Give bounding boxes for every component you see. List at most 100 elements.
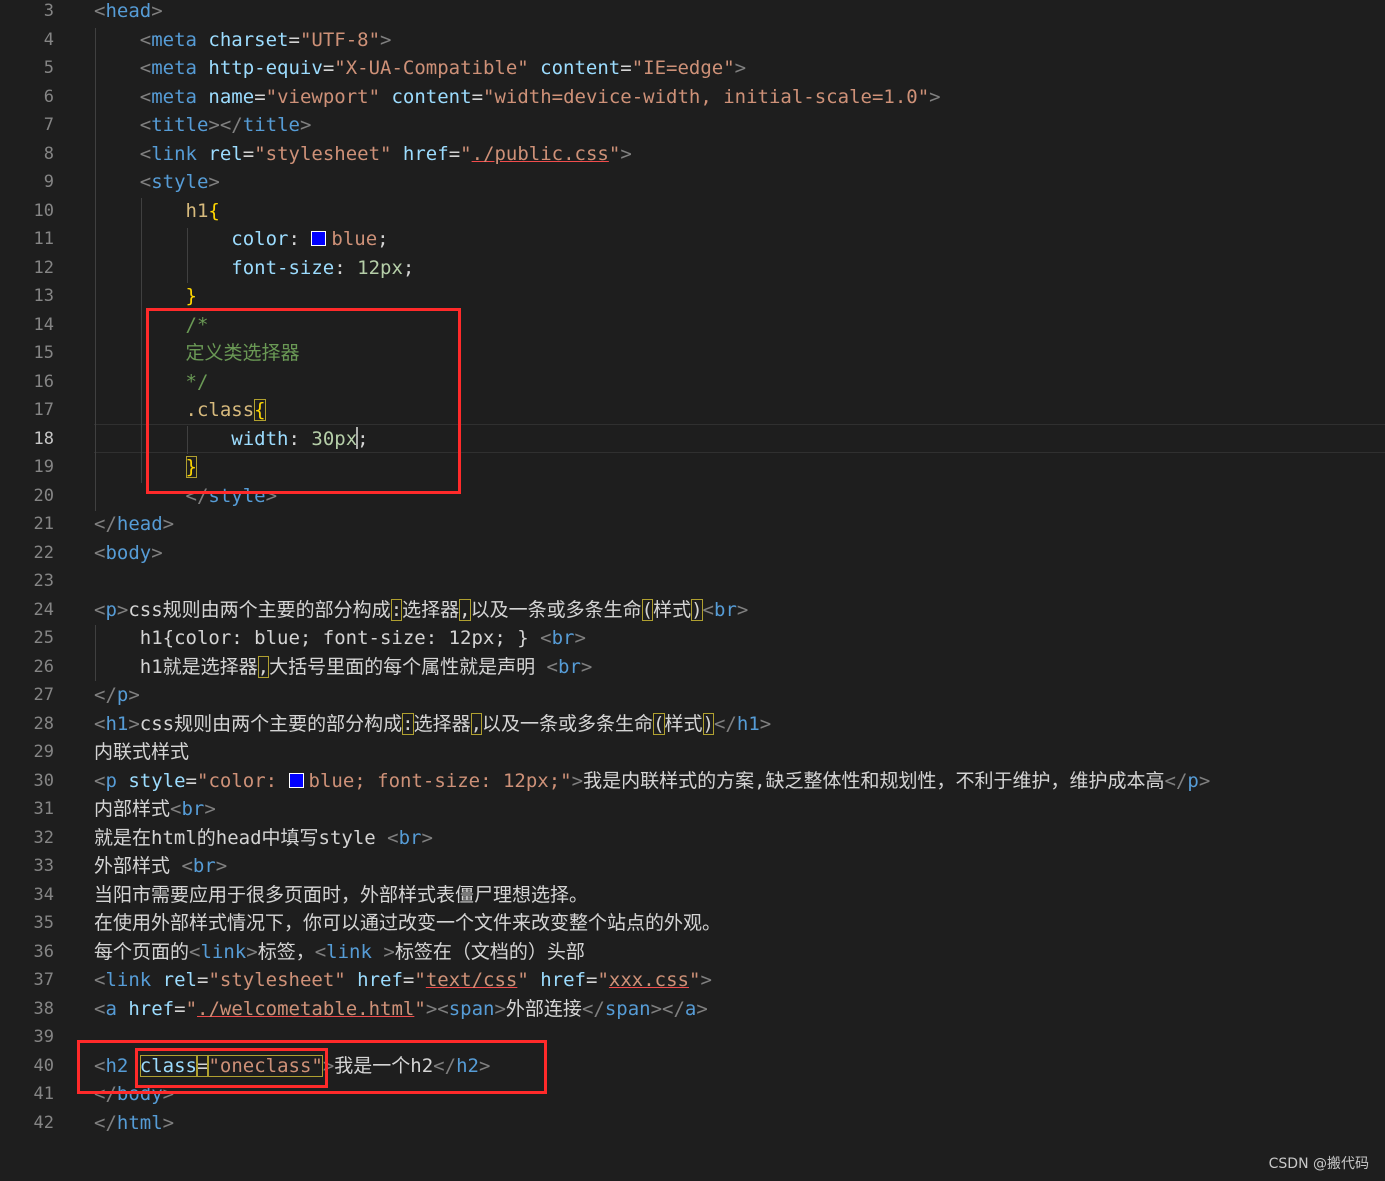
code-text[interactable]: color: blue;: [94, 225, 389, 253]
code-text[interactable]: <meta name="viewport" content="width=dev…: [94, 83, 941, 111]
code-line[interactable]: 21 </head>: [0, 510, 1385, 538]
code-line[interactable]: 8 <link rel="stylesheet" href="./public.…: [0, 140, 1385, 168]
code-line[interactable]: 33 外部样式 <br>: [0, 852, 1385, 880]
code-line[interactable]: 35 在使用外部样式情况下，你可以通过改变一个文件来改变整个站点的外观。: [0, 909, 1385, 937]
code-line[interactable]: 27 </p>: [0, 681, 1385, 709]
line-number: 16: [33, 371, 54, 392]
code-token: 外部样式: [94, 855, 182, 877]
code-text[interactable]: <h1>css规则由两个主要的部分构成:选择器,以及一条或多条生命(样式)</h…: [94, 710, 771, 738]
code-text[interactable]: <p style="color: blue; font-size: 12px;"…: [94, 767, 1210, 795]
code-token: =: [448, 142, 461, 165]
code-text[interactable]: <p>css规则由两个主要的部分构成:选择器,以及一条或多条生命(样式)<br>: [94, 596, 748, 624]
color-swatch-icon[interactable]: [288, 772, 304, 788]
code-token: =: [288, 28, 300, 51]
code-text[interactable]: font-size: 12px;: [94, 254, 414, 282]
code-text[interactable]: h1{: [94, 197, 220, 225]
code-token: meta: [151, 57, 209, 79]
code-token: >: [204, 798, 216, 820]
code-line[interactable]: 23: [0, 567, 1385, 595]
line-number: 39: [33, 1027, 54, 1047]
code-line[interactable]: 22 <body>: [0, 539, 1385, 567]
code-line[interactable]: 12 font-size: 12px;: [0, 254, 1385, 282]
code-token: =: [402, 969, 415, 991]
code-token: 每个页面的: [94, 940, 190, 963]
code-text[interactable]: h1{color: blue; font-size: 12px; } <br>: [94, 624, 586, 652]
code-text[interactable]: 内联式样式: [94, 738, 189, 766]
code-line[interactable]: 37 <link rel="stylesheet" href="text/css"…: [0, 966, 1385, 994]
code-line[interactable]: 24 <p>css规则由两个主要的部分构成:选择器,以及一条或多条生命(样式)<b…: [0, 596, 1385, 624]
code-text[interactable]: 内部样式<br>: [94, 795, 216, 823]
code-text[interactable]: <body>: [94, 539, 163, 567]
code-text[interactable]: 就是在html的head中填写style <br>: [94, 824, 433, 852]
line-number: 28: [33, 713, 54, 734]
code-token: href: [357, 969, 403, 991]
code-text[interactable]: <meta charset="UTF-8">: [94, 26, 392, 54]
code-line[interactable]: 4 <meta charset="UTF-8">: [0, 26, 1385, 54]
code-text[interactable]: 在使用外部样式情况下，你可以通过改变一个文件来改变整个站点的外观。: [94, 909, 721, 937]
code-token: ;: [377, 228, 389, 250]
code-token: >: [736, 598, 749, 621]
code-line[interactable]: 38 <a href="./welcometable.html"><span>外部…: [0, 995, 1385, 1023]
code-line[interactable]: 5 <meta http-equiv="X-UA-Compatible" con…: [0, 54, 1385, 82]
code-line[interactable]: 31 内部样式<br>: [0, 795, 1385, 823]
code-line[interactable]: 10 h1{: [0, 197, 1385, 225]
line-number: 26: [33, 656, 54, 677]
code-line[interactable]: 6 <meta name="viewport" content="width=d…: [0, 83, 1385, 111]
code-token: 样式: [664, 712, 703, 735]
code-token: p: [105, 598, 117, 621]
code-token: (: [641, 598, 654, 621]
code-line[interactable]: 36 每个页面的<link>标签，<link >标签在（文档的）头部: [0, 938, 1385, 966]
code-token: ): [691, 598, 703, 621]
code-text[interactable]: <a href="./welcometable.html"><span>外部连接…: [94, 995, 708, 1023]
code-text[interactable]: h1就是选择器,大括号里面的每个属性就是声明 <br>: [94, 653, 592, 681]
code-token: <: [94, 997, 106, 1020]
code-token: <: [94, 0, 106, 22]
code-line[interactable]: 25 h1{color: blue; font-size: 12px; } <b…: [0, 624, 1385, 652]
line-number: 15: [33, 343, 54, 363]
code-token: span: [448, 997, 495, 1020]
line-number: 5: [43, 58, 54, 78]
code-text[interactable]: }: [94, 282, 197, 310]
code-line[interactable]: 28 <h1>css规则由两个主要的部分构成:选择器,以及一条或多条生命(样式)<…: [0, 710, 1385, 738]
code-line[interactable]: 11 color: blue;: [0, 225, 1385, 253]
code-text[interactable]: <head>: [94, 0, 163, 25]
line-number: 4: [43, 29, 54, 50]
code-text[interactable]: </html>: [94, 1109, 174, 1137]
code-text[interactable]: <style>: [94, 168, 220, 196]
code-token: content: [391, 85, 472, 108]
line-number: 7: [43, 115, 54, 135]
code-line[interactable]: 26 h1就是选择器,大括号里面的每个属性就是声明 <br>: [0, 653, 1385, 681]
code-token: name: [208, 85, 255, 108]
code-line[interactable]: 9 <style>: [0, 168, 1385, 196]
code-line[interactable]: 30 <p style="color: blue; font-size: 12px…: [0, 767, 1385, 795]
code-token: a: [105, 997, 129, 1020]
code-text[interactable]: 外部样式 <br>: [94, 852, 227, 880]
code-line[interactable]: 13 }: [0, 282, 1385, 310]
code-line[interactable]: 32 就是在html的head中填写style <br>: [0, 824, 1385, 852]
code-text[interactable]: <link rel="stylesheet" href="./public.cs…: [94, 140, 632, 168]
code-line[interactable]: 29 内联式样式: [0, 738, 1385, 766]
code-line[interactable]: 3 <head>: [0, 0, 1385, 25]
code-token: <: [94, 769, 106, 792]
code-text[interactable]: <link rel="stylesheet" href="text/css" h…: [94, 966, 712, 994]
code-line[interactable]: 7 <title></title>: [0, 111, 1385, 139]
code-text[interactable]: 当阳市需要应用于很多页面时，外部样式表僵尸理想选择。: [94, 881, 588, 909]
code-token: >: [128, 684, 140, 706]
code-token: <: [139, 142, 152, 165]
code-token: 就是在html的head中填写style: [94, 826, 388, 849]
code-text[interactable]: </head>: [94, 510, 174, 538]
code-text[interactable]: </p>: [94, 681, 140, 709]
code-line[interactable]: 34 当阳市需要应用于很多页面时，外部样式表僵尸理想选择。: [0, 881, 1385, 909]
code-text[interactable]: <title></title>: [94, 111, 312, 139]
code-text[interactable]: 每个页面的<link>标签，<link >标签在（文档的）头部: [94, 938, 585, 966]
line-number: 23: [33, 571, 54, 591]
code-editor[interactable]: 3 <head> 4 <meta charset="UTF-8"> 5 <meta h…: [0, 0, 1385, 1181]
code-text[interactable]: <meta http-equiv="X-UA-Compatible" conte…: [94, 54, 746, 82]
color-swatch-icon[interactable]: [311, 231, 327, 246]
code-token: "width=device-width, initial-scale=1.0": [483, 85, 930, 108]
code-line[interactable]: 42 </html>: [0, 1109, 1385, 1137]
code-token: br: [558, 655, 581, 678]
